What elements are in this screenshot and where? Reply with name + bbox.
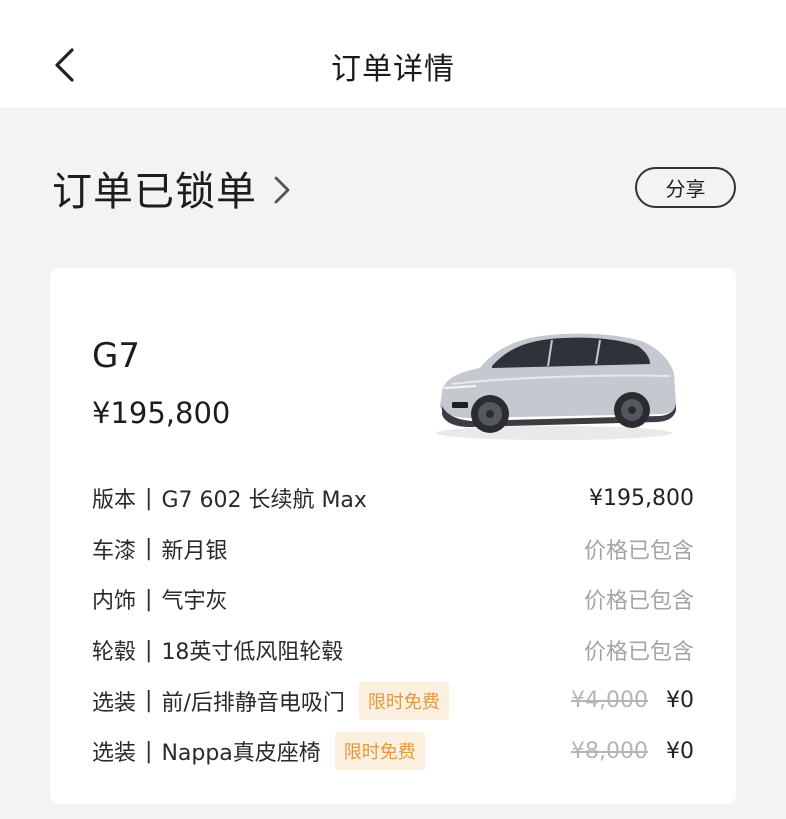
spec-value: 前/后排静音电吸门	[161, 690, 345, 716]
spec-label: 选装	[92, 741, 137, 767]
chevron-right-icon	[274, 176, 290, 204]
page-title: 订单详情	[331, 52, 455, 87]
list-item: 版本 | G7 602 长续航 Max ¥195,800	[92, 473, 694, 524]
list-item: 选装 | Nappa真皮座椅 限时免费 ¥8,000 ¥0	[92, 726, 694, 777]
car-total-price: ¥195,800	[92, 396, 231, 430]
spec-label: 轮毂	[92, 640, 137, 666]
separator: |	[145, 485, 153, 511]
spec-list: 版本 | G7 602 长续航 Max ¥195,800 车漆 | 新月银 价格…	[92, 473, 694, 777]
car-image	[436, 333, 676, 440]
spec-price: ¥195,800	[589, 485, 694, 511]
spec-price-group: ¥4,000 ¥0	[571, 675, 694, 726]
spec-label: 内饰	[92, 589, 137, 615]
car-model-name: G7	[92, 336, 140, 376]
spec-value: 18英寸低风阻轮毂	[161, 640, 344, 666]
separator: |	[145, 738, 153, 764]
current-price: ¥0	[666, 738, 694, 764]
spec-value: G7 602 长续航 Max	[161, 488, 367, 514]
nav-bar: 订单详情	[0, 0, 786, 107]
spec-label: 版本	[92, 488, 137, 514]
spec-label: 车漆	[92, 538, 137, 564]
promo-badge: 限时免费	[358, 681, 449, 720]
spec-label: 选装	[92, 690, 137, 716]
share-button[interactable]: 分享	[635, 167, 736, 208]
separator: |	[145, 536, 153, 562]
promo-badge: 限时免费	[334, 732, 425, 771]
current-price: ¥0	[666, 688, 694, 714]
order-card: G7 ¥195,800 版本 | G7 602 长续航 Max ¥195,800	[50, 268, 736, 804]
spec-value: 气宇灰	[161, 589, 228, 615]
spec-price: 价格已包含	[583, 640, 694, 666]
list-item: 内饰 | 气宇灰 价格已包含	[92, 574, 694, 625]
spec-value: Nappa真皮座椅	[161, 741, 321, 767]
original-price: ¥4,000	[571, 688, 648, 714]
spec-price: 价格已包含	[583, 538, 694, 564]
spec-price-group: ¥8,000 ¥0	[571, 726, 694, 777]
list-item: 选装 | 前/后排静音电吸门 限时免费 ¥4,000 ¥0	[92, 675, 694, 726]
spec-value: 新月银	[161, 538, 228, 564]
separator: |	[145, 586, 153, 612]
original-price: ¥8,000	[571, 738, 648, 764]
order-status-link[interactable]: 订单已锁单	[52, 160, 291, 216]
separator: |	[145, 688, 153, 714]
order-status-title: 订单已锁单	[52, 169, 257, 215]
list-item: 车漆 | 新月银 价格已包含	[92, 524, 694, 575]
separator: |	[145, 637, 153, 663]
spec-price: 价格已包含	[583, 589, 694, 615]
list-item: 轮毂 | 18英寸低风阻轮毂 价格已包含	[92, 625, 694, 676]
